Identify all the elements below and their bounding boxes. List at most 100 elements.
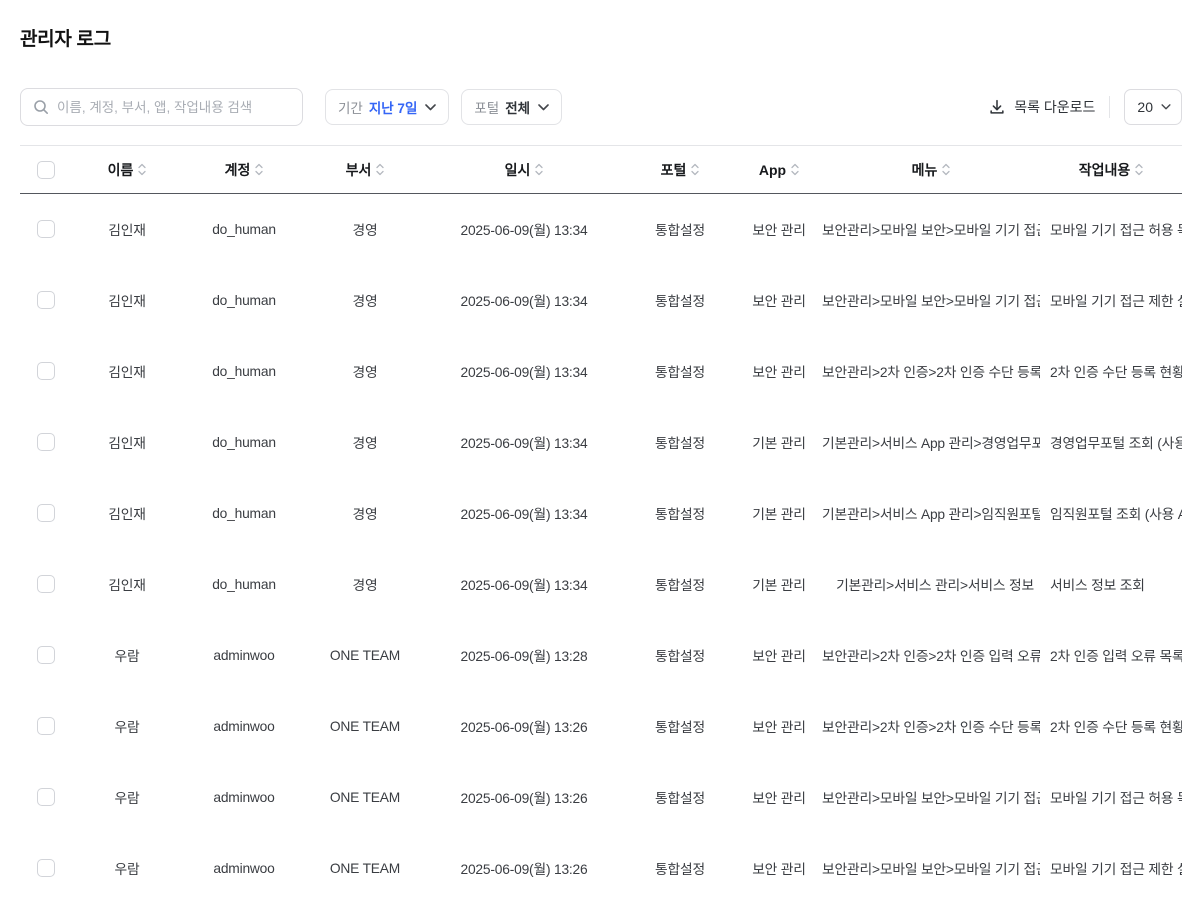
- portal-filter-label: 포털: [474, 97, 499, 117]
- row-checkbox-cell: [20, 833, 72, 904]
- cell-portal: 통합설정: [624, 478, 736, 549]
- column-header-action[interactable]: 작업내용: [1040, 146, 1182, 194]
- column-header-portal[interactable]: 포털: [624, 146, 736, 194]
- cell-portal: 통합설정: [624, 194, 736, 265]
- sort-icon[interactable]: [1135, 163, 1143, 176]
- column-label-account: 계정: [225, 160, 251, 180]
- portal-filter[interactable]: 포털 전체: [461, 89, 562, 125]
- row-checkbox-cell: [20, 194, 72, 265]
- select-all-checkbox[interactable]: [37, 161, 55, 179]
- cell-name: 우람: [72, 620, 182, 691]
- table-row: 김인재do_human경영2025-06-09(월) 13:34통합설정보안 관…: [20, 336, 1182, 407]
- table-row: 우람adminwooONE TEAM2025-06-09(월) 13:26통합설…: [20, 762, 1182, 833]
- cell-menu: 보안관리>2차 인증>2차 인증 수단 등록 ...: [822, 336, 1040, 407]
- cell-account: adminwoo: [182, 691, 306, 762]
- cell-action: 2차 인증 수단 등록 현황 ...: [1040, 336, 1182, 407]
- row-checkbox-cell: [20, 478, 72, 549]
- column-label-name: 이름: [108, 160, 134, 180]
- table-row: 우람adminwooONE TEAM2025-06-09(월) 13:26통합설…: [20, 833, 1182, 904]
- sort-icon[interactable]: [691, 163, 699, 176]
- cell-datetime: 2025-06-09(월) 13:34: [424, 265, 624, 336]
- column-label-action: 작업내용: [1079, 160, 1131, 180]
- cell-department: ONE TEAM: [306, 762, 424, 833]
- cell-menu: 보안관리>모바일 보안>모바일 기기 접근 ...: [822, 265, 1040, 336]
- toolbar: 기간 지난 7일 포털 전체 목록 다운로드: [20, 87, 1182, 127]
- download-button[interactable]: 목록 다운로드: [988, 97, 1095, 117]
- cell-menu: 보안관리>2차 인증>2차 인증 입력 오류 ...: [822, 620, 1040, 691]
- cell-action: 모바일 기기 접근 제한 설...: [1040, 265, 1182, 336]
- sort-icon[interactable]: [942, 163, 950, 176]
- cell-portal: 통합설정: [624, 691, 736, 762]
- row-checkbox-cell: [20, 762, 72, 833]
- sort-icon[interactable]: [791, 163, 799, 176]
- cell-action: 2차 인증 수단 등록 현황 ...: [1040, 691, 1182, 762]
- chevron-down-icon: [423, 104, 436, 111]
- column-header-account[interactable]: 계정: [182, 146, 306, 194]
- cell-account: do_human: [182, 407, 306, 478]
- column-label-app: App: [759, 162, 786, 178]
- portal-filter-value: 전체: [505, 97, 530, 117]
- cell-account: adminwoo: [182, 620, 306, 691]
- cell-action: 모바일 기기 접근 허용 목...: [1040, 762, 1182, 833]
- cell-datetime: 2025-06-09(월) 13:26: [424, 691, 624, 762]
- row-checkbox[interactable]: [37, 717, 55, 735]
- row-checkbox[interactable]: [37, 362, 55, 380]
- row-checkbox-cell: [20, 620, 72, 691]
- column-header-menu[interactable]: 메뉴: [822, 146, 1040, 194]
- cell-portal: 통합설정: [624, 762, 736, 833]
- row-checkbox[interactable]: [37, 646, 55, 664]
- cell-menu: 보안관리>모바일 보안>모바일 기기 접근 ...: [822, 194, 1040, 265]
- column-label-portal: 포털: [661, 160, 687, 180]
- cell-action: 2차 인증 입력 오류 목록 ...: [1040, 620, 1182, 691]
- cell-app: 기본 관리: [736, 407, 822, 478]
- row-checkbox-cell: [20, 549, 72, 620]
- sort-icon[interactable]: [535, 163, 543, 176]
- page-size-select[interactable]: 20: [1124, 89, 1182, 125]
- cell-app: 보안 관리: [736, 620, 822, 691]
- row-checkbox[interactable]: [37, 433, 55, 451]
- column-label-menu: 메뉴: [912, 160, 938, 180]
- column-header-department[interactable]: 부서: [306, 146, 424, 194]
- cell-name: 김인재: [72, 407, 182, 478]
- column-header-name[interactable]: 이름: [72, 146, 182, 194]
- cell-menu: 보안관리>2차 인증>2차 인증 수단 등록 ...: [822, 691, 1040, 762]
- cell-action: 경영업무포털 조회 (사용 ...: [1040, 407, 1182, 478]
- sort-icon[interactable]: [376, 163, 384, 176]
- table-row: 우람adminwooONE TEAM2025-06-09(월) 13:26통합설…: [20, 691, 1182, 762]
- cell-department: 경영: [306, 549, 424, 620]
- search-icon: [33, 99, 49, 115]
- cell-name: 우람: [72, 833, 182, 904]
- column-header-datetime[interactable]: 일시: [424, 146, 624, 194]
- row-checkbox[interactable]: [37, 575, 55, 593]
- cell-portal: 통합설정: [624, 336, 736, 407]
- chevron-down-icon: [536, 104, 549, 111]
- cell-account: adminwoo: [182, 833, 306, 904]
- cell-app: 보안 관리: [736, 691, 822, 762]
- admin-log-table: 이름계정부서일시포털App메뉴작업내용 김인재do_human경영2025-06…: [20, 145, 1182, 904]
- cell-menu: 기본관리>서비스 관리>서비스 정보: [822, 549, 1040, 620]
- cell-app: 보안 관리: [736, 336, 822, 407]
- download-icon: [988, 98, 1006, 116]
- cell-action: 임직원포털 조회 (사용 A...: [1040, 478, 1182, 549]
- cell-name: 김인재: [72, 336, 182, 407]
- row-checkbox[interactable]: [37, 859, 55, 877]
- cell-department: 경영: [306, 194, 424, 265]
- cell-datetime: 2025-06-09(월) 13:26: [424, 762, 624, 833]
- row-checkbox[interactable]: [37, 291, 55, 309]
- sort-icon[interactable]: [138, 163, 146, 176]
- cell-app: 보안 관리: [736, 833, 822, 904]
- row-checkbox[interactable]: [37, 220, 55, 238]
- table-header-row: 이름 계정 부서일시 포털 App 메뉴 작업내용: [20, 146, 1182, 194]
- period-filter[interactable]: 기간 지난 7일: [325, 89, 449, 125]
- row-checkbox[interactable]: [37, 504, 55, 522]
- cell-department: ONE TEAM: [306, 691, 424, 762]
- row-checkbox-cell: [20, 691, 72, 762]
- column-header-app[interactable]: App: [736, 146, 822, 194]
- cell-account: do_human: [182, 336, 306, 407]
- search-input[interactable]: [57, 100, 290, 115]
- sort-icon[interactable]: [255, 163, 263, 176]
- row-checkbox-cell: [20, 265, 72, 336]
- cell-app: 보안 관리: [736, 265, 822, 336]
- cell-name: 김인재: [72, 265, 182, 336]
- row-checkbox[interactable]: [37, 788, 55, 806]
